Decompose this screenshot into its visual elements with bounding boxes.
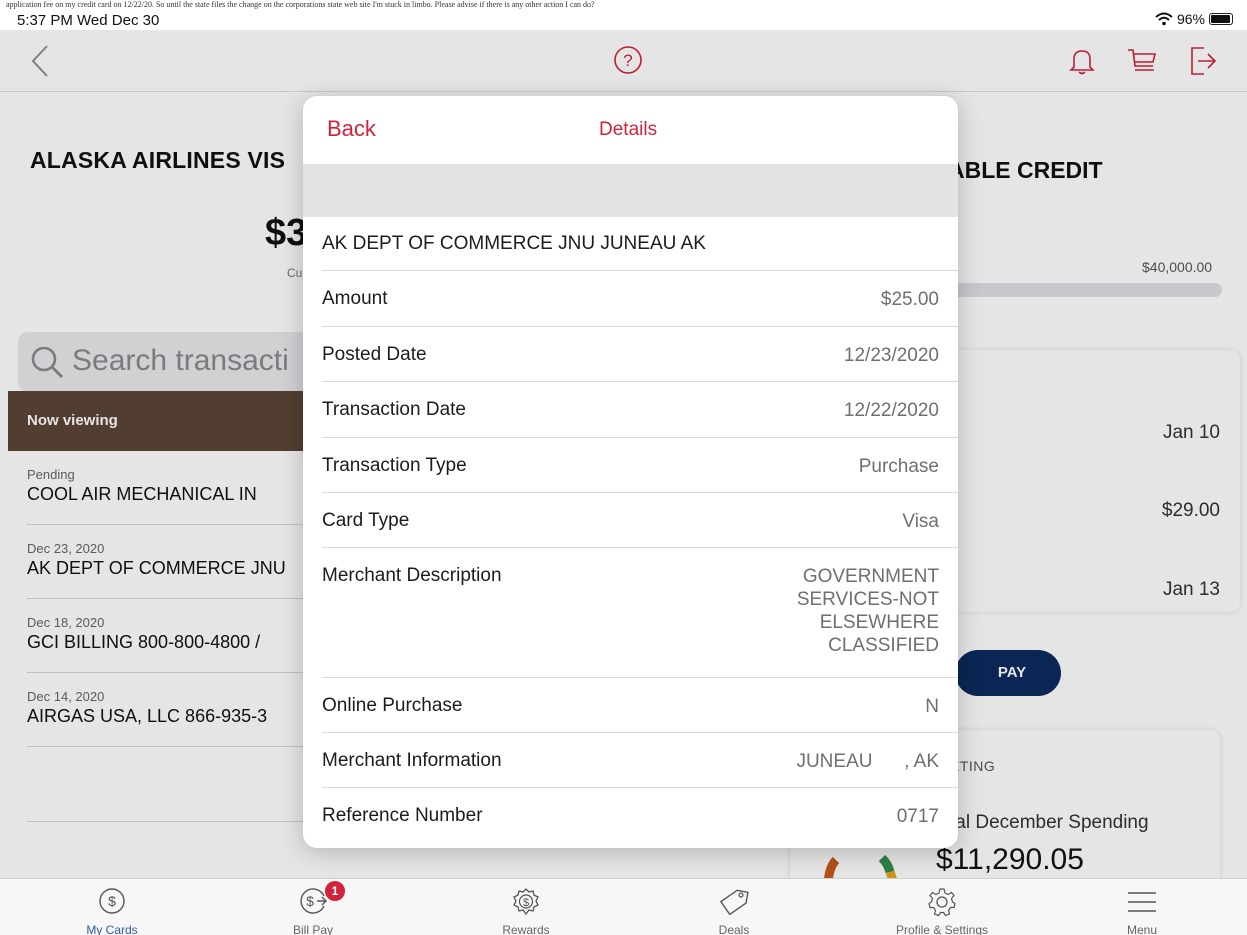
detail-row-transaction-date: Transaction Date 12/22/2020: [322, 381, 958, 437]
tab-label: Rewards: [502, 923, 550, 935]
status-indicators: 96%: [1155, 11, 1233, 27]
rewards-badge-icon: $: [513, 888, 539, 916]
battery-icon: [1209, 13, 1233, 25]
detail-row-transaction-type: Transaction Type Purchase: [322, 437, 958, 492]
tab-bill-pay[interactable]: $ 1 Bill Pay: [243, 879, 383, 935]
back-button[interactable]: Back: [327, 116, 376, 142]
row-value: JUNEAU , AK: [796, 751, 939, 772]
tab-label: Deals: [718, 923, 750, 935]
row-label: Online Purchase: [322, 695, 463, 716]
caption-text: application fee on my credit card on 12/…: [6, 0, 595, 9]
row-value: Purchase: [858, 456, 939, 477]
row-value: 0717: [896, 806, 939, 827]
detail-row-amount: Amount $25.00: [322, 270, 958, 326]
bill-pay-icon: $: [300, 888, 327, 914]
detail-row-merchant-information: Merchant Information JUNEAU , AK: [322, 732, 958, 787]
detail-row-card-type: Card Type Visa: [322, 492, 958, 547]
detail-row-merchant-description: Merchant Description GOVERNMENT SERVICES…: [322, 547, 958, 677]
row-value: 12/22/2020: [843, 400, 939, 421]
notification-badge: 1: [325, 881, 345, 901]
row-label: Amount: [322, 288, 388, 309]
tab-rewards[interactable]: $ Rewards: [456, 879, 596, 935]
merchant-name: AK DEPT OF COMMERCE JNU JUNEAU AK: [322, 233, 706, 254]
row-value: $25.00: [880, 289, 939, 310]
wifi-icon: [1155, 12, 1173, 26]
status-time: 5:37 PM Wed Dec 30: [17, 12, 160, 29]
row-value: N: [925, 696, 939, 717]
tag-icon: [719, 889, 749, 916]
battery-percent: 96%: [1176, 11, 1205, 27]
svg-text:$: $: [306, 893, 314, 909]
row-label: Merchant Description: [322, 565, 502, 586]
modal-header-band: [303, 164, 958, 217]
tab-my-cards[interactable]: $ My Cards: [42, 879, 182, 935]
tab-label: Profile & Settings: [895, 923, 989, 935]
detail-row-posted-date: Posted Date 12/23/2020: [322, 326, 958, 381]
dollar-circle-icon: $: [99, 888, 125, 914]
tab-label: Bill Pay: [292, 923, 333, 935]
row-label: Card Type: [322, 510, 410, 531]
tab-profile-settings[interactable]: Profile & Settings: [867, 879, 1017, 935]
row-label: Transaction Date: [322, 399, 466, 420]
svg-text:$: $: [108, 893, 116, 909]
tab-label: Menu: [1126, 923, 1158, 935]
row-value: GOVERNMENT SERVICES-NOT ELSEWHERE CLASSI…: [796, 566, 939, 656]
transaction-details-modal: Back Details AK DEPT OF COMMERCE JNU JUN…: [303, 96, 958, 848]
bottom-tab-bar: $ My Cards $ 1 Bill Pay $ Rewards Deals …: [0, 878, 1247, 935]
row-label: Reference Number: [322, 805, 483, 826]
row-label: Posted Date: [322, 344, 427, 365]
tab-label: My Cards: [86, 923, 138, 935]
svg-text:$: $: [523, 897, 529, 909]
row-value: 12/23/2020: [843, 345, 939, 366]
detail-row-online-purchase: Online Purchase N: [322, 677, 958, 732]
tab-menu[interactable]: Menu: [1072, 879, 1212, 935]
gear-icon: [928, 888, 956, 917]
hamburger-menu-icon: [1128, 892, 1156, 912]
tab-deals[interactable]: Deals: [664, 879, 804, 935]
row-value: Visa: [902, 511, 939, 532]
detail-row-reference-number: Reference Number 0717: [322, 787, 958, 848]
row-label: Transaction Type: [322, 455, 467, 476]
modal-title: Details: [599, 119, 658, 140]
row-label: Merchant Information: [322, 750, 502, 771]
